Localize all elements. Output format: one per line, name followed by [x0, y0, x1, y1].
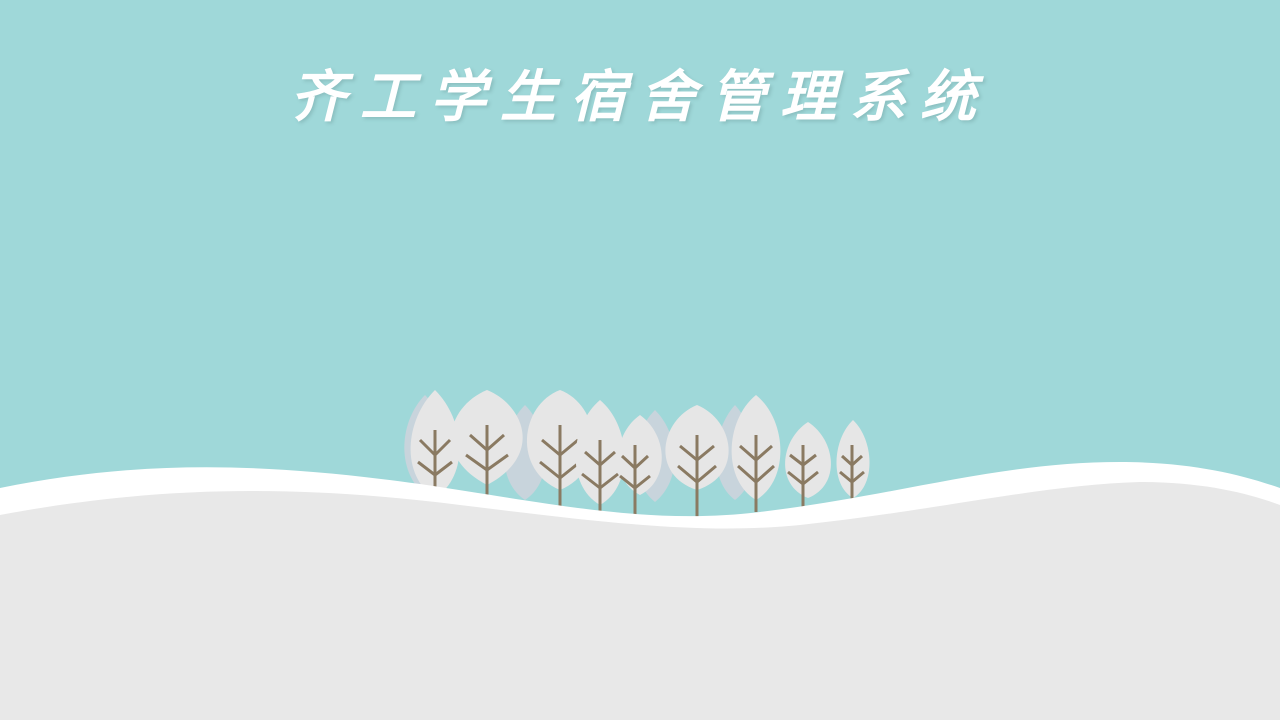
tree-icon [785, 422, 831, 508]
winter-landscape [0, 390, 1280, 720]
tree-icon [836, 420, 870, 500]
tree-icon [665, 405, 729, 518]
